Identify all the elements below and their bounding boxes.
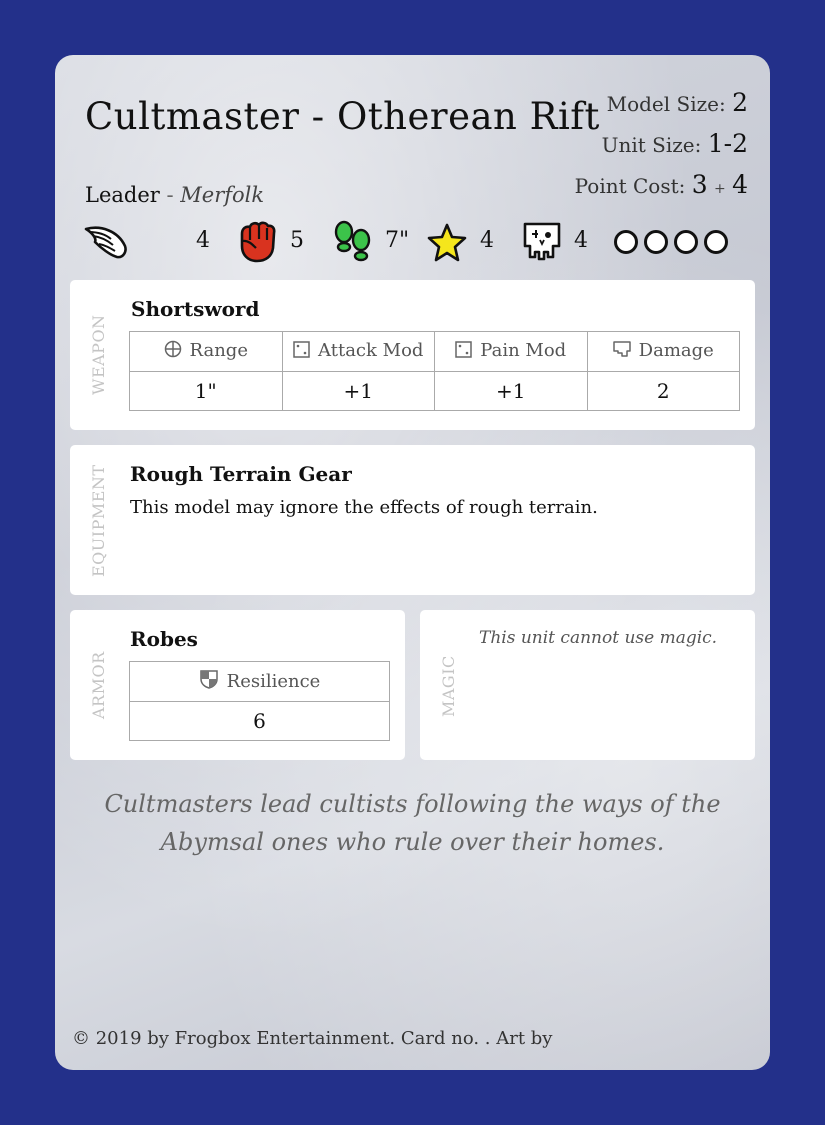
leader-line: Leader - Merfolk: [85, 183, 264, 207]
weapon-panel: WEAPON Shortsword Range Attack Mod Pain …: [70, 280, 755, 430]
model-size: Model Size: 2: [575, 85, 748, 126]
card-title: Cultmaster - Otherean Rift: [85, 95, 600, 138]
point-cost-extra: 4: [732, 170, 748, 199]
model-size-label: Model Size:: [606, 92, 726, 116]
range-header-label: Range: [189, 340, 248, 361]
wound-circle[interactable]: [644, 230, 668, 254]
attack-mod-value: +1: [281, 371, 435, 411]
equipment-text: This model may ignore the effects of rou…: [130, 497, 598, 518]
flavor-text: Cultmasters lead cultists following the …: [55, 785, 770, 861]
resilience-value: 6: [129, 701, 390, 741]
attack-mod-header: Attack Mod: [281, 331, 435, 372]
damage-value: 2: [586, 371, 740, 411]
section-label-weapon: WEAPON: [89, 314, 108, 395]
point-cost-label: Point Cost:: [574, 174, 686, 198]
equipment-panel: EQUIPMENT Rough Terrain Gear This model …: [70, 445, 755, 595]
range-header: Range: [129, 331, 283, 372]
wing-icon: [83, 220, 129, 264]
footprints-icon: [331, 220, 375, 264]
race-label: Merfolk: [180, 183, 265, 207]
pain-mod-header-label: Pain Mod: [480, 340, 567, 361]
magic-note: This unit cannot use magic.: [479, 628, 718, 648]
section-label-equipment: EQUIPMENT: [89, 464, 108, 577]
flavor-line-2: Abymsal ones who rule over their homes.: [160, 828, 665, 856]
unit-size: Unit Size: 1-2: [575, 126, 748, 167]
stat-value: 4: [480, 228, 494, 253]
point-cost-base: 3: [691, 170, 708, 199]
weapon-name: Shortsword: [131, 297, 260, 321]
resilience-header-label: Resilience: [226, 671, 321, 692]
skull-outline-icon: [612, 340, 631, 363]
damage-header-label: Damage: [638, 340, 714, 361]
range-value: 1": [129, 371, 283, 411]
shield-icon: [199, 669, 219, 694]
resilience-header: Resilience: [129, 661, 390, 702]
crosshair-icon: [164, 340, 182, 363]
copyright-footer: © 2019 by Frogbox Entertainment. Card no…: [72, 1028, 553, 1049]
stat-icon-row: 4 5 7" 4 4: [83, 220, 743, 264]
unit-stats: Model Size: 2 Unit Size: 1-2 Point Cost:…: [575, 85, 748, 208]
attack-mod-header-label: Attack Mod: [318, 340, 424, 361]
wound-circle[interactable]: [704, 230, 728, 254]
fist-icon: [236, 220, 278, 264]
leader-label: Leader: [85, 183, 160, 207]
section-label-magic: MAGIC: [439, 655, 458, 717]
section-label-armor: ARMOR: [89, 651, 108, 719]
armor-stats-table: Resilience 6: [129, 661, 390, 741]
point-cost-plus: +: [714, 181, 726, 197]
unit-size-label: Unit Size:: [601, 133, 702, 157]
pain-mod-header: Pain Mod: [434, 331, 588, 372]
damage-header: Damage: [586, 331, 740, 372]
weapon-stats-table: Range Attack Mod Pain Mod Damage 1" +1 +…: [129, 331, 740, 411]
leader-separator: -: [166, 183, 174, 207]
magic-panel: MAGIC This unit cannot use magic.: [420, 610, 755, 760]
point-cost: Point Cost: 3 + 4: [575, 167, 748, 208]
model-size-value: 2: [732, 88, 748, 117]
wound-circle[interactable]: [614, 230, 638, 254]
equipment-name: Rough Terrain Gear: [130, 462, 352, 486]
unit-size-value: 1-2: [707, 129, 748, 158]
die-icon: [293, 341, 310, 363]
star-icon: [426, 222, 468, 264]
armor-panel: ARMOR Robes Resilience 6: [70, 610, 405, 760]
skull-icon: [520, 220, 564, 264]
stat-value: 5: [290, 228, 304, 253]
stat-value: 4: [574, 228, 588, 253]
die-icon: [455, 341, 473, 363]
wound-circle[interactable]: [674, 230, 698, 254]
flavor-line-1: Cultmasters lead cultists following the …: [104, 790, 721, 818]
armor-name: Robes: [130, 627, 198, 651]
stat-value: 4: [196, 228, 210, 253]
pain-mod-value: +1: [434, 371, 588, 411]
unit-card: Cultmaster - Otherean Rift Model Size: 2…: [55, 55, 770, 1070]
stat-value: 7": [385, 228, 410, 253]
